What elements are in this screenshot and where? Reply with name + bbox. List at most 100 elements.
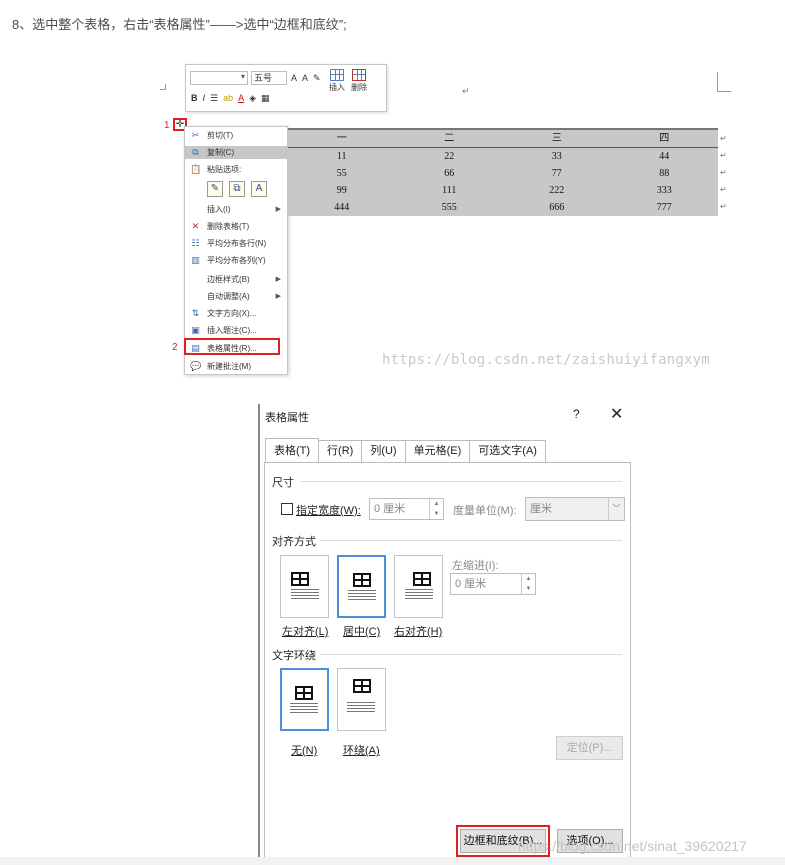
tab-alt-text[interactable]: 可选文字(A) — [469, 440, 546, 462]
tab-column[interactable]: 列(U) — [361, 440, 406, 462]
submenu-arrow-icon: ▶ — [275, 276, 281, 283]
text-lines-icon — [290, 703, 318, 715]
row-end-marks: ↵ ↵ ↵ ↵ ↵ — [720, 134, 727, 211]
help-button[interactable]: ? — [573, 407, 580, 421]
align-center-icon — [353, 573, 371, 587]
shrink-font-button[interactable]: A — [301, 71, 309, 85]
tab-row[interactable]: 行(R) — [318, 440, 363, 462]
insert-label: 插入 — [329, 83, 345, 92]
mini-toolbar-insert-delete: 插入 删除 — [329, 69, 367, 93]
table-cell: 222 — [549, 185, 565, 196]
submenu-arrow-icon: ▶ — [275, 293, 281, 300]
menu-item-insert[interactable]: 插入(I) ▶ — [185, 203, 287, 216]
insert-table-button[interactable]: 插入 — [329, 69, 345, 93]
word-table[interactable]: 一 二 三 四 11 22 33 44 55 66 77 88 99 111 222 333 444 55… — [288, 128, 718, 216]
highlight-icon[interactable]: ab — [222, 91, 234, 105]
menu-item-border-styles[interactable]: 边框样式(B) ▶ — [185, 273, 287, 286]
scissors-icon: ✂ — [191, 130, 200, 140]
table-cell: 444 — [334, 202, 350, 213]
align-center-option[interactable] — [337, 555, 386, 618]
font-size-combo[interactable]: 五号 — [251, 71, 287, 85]
table-row: 444 555 666 777 — [288, 199, 718, 216]
step-marker-2: 2 — [172, 342, 178, 353]
table-cell: 55 — [336, 168, 347, 179]
preferred-width-checkbox[interactable] — [281, 503, 293, 515]
table-cell: 44 — [659, 151, 670, 162]
close-button[interactable]: ✕ — [610, 404, 623, 424]
wrap-around-option[interactable] — [337, 668, 386, 731]
table-cell: 11 — [336, 151, 347, 162]
clipboard-icon: 📋 — [190, 164, 202, 174]
delete-table-button[interactable]: 删除 — [351, 69, 367, 93]
font-color-button[interactable]: A — [237, 91, 245, 105]
align-left-label: 左对齐(L) — [282, 626, 329, 638]
menu-item-label: 自动调整(A) — [207, 292, 250, 301]
menu-item-insert-caption[interactable]: ▣ 插入题注(C)... — [185, 324, 287, 337]
step-caption: 8、选中整个表格，右击“表格属性”——>选中“边框和底纹”; — [12, 17, 347, 32]
table-row: 一二三四 — [288, 130, 718, 147]
indent-input[interactable]: 0 厘米 ▲ ▼ — [450, 573, 536, 595]
borders-icon[interactable]: ▦ — [260, 91, 271, 105]
menu-item-distribute-rows[interactable]: ☷ 平均分布各行(N) — [185, 237, 287, 250]
paste-keep-format-icon[interactable]: ✎ — [207, 181, 223, 197]
step-marker-1: 1 — [164, 120, 170, 131]
menu-item-new-comment[interactable]: 💬 新建批注(M) — [185, 360, 287, 373]
wrapping-section-title: 文字环绕 — [272, 650, 316, 662]
paste-text-only-icon[interactable]: A — [251, 181, 267, 197]
dialog-tabs: 表格(T) 行(R) 列(U) 单元格(E) 可选文字(A) — [265, 438, 546, 462]
measure-in-label: 度量单位(M): — [453, 505, 517, 517]
tab-table[interactable]: 表格(T) — [265, 438, 320, 462]
menu-item-label: 插入(I) — [207, 205, 231, 214]
menu-item-text-direction[interactable]: ⇅ 文字方向(X)... — [185, 307, 287, 320]
wrap-none-label: 无(N) — [291, 745, 318, 757]
table-cell: 四 — [659, 133, 670, 144]
wrap-none-option[interactable] — [280, 668, 329, 731]
section-divider — [300, 481, 622, 482]
measure-in-select[interactable]: 厘米 ﹀ — [525, 497, 625, 521]
menu-item-copy[interactable]: ⧉ 复制(C) — [185, 146, 287, 159]
menu-item-distribute-columns[interactable]: ▥ 平均分布各列(Y) — [185, 254, 287, 267]
page-corner-mark — [160, 84, 166, 90]
table-cell: 66 — [444, 168, 455, 179]
grow-font-button[interactable]: A — [290, 71, 298, 85]
menu-item-delete-table[interactable]: ✕ 删除表格(T) — [185, 220, 287, 233]
measure-in-value: 厘米 — [530, 503, 552, 515]
menu-item-autofit[interactable]: 自动调整(A) ▶ — [185, 290, 287, 303]
page-bottom-strip — [0, 857, 785, 865]
menu-item-cut[interactable]: ✂ 剪切(T) — [185, 129, 287, 142]
bold-button[interactable]: B — [190, 91, 199, 105]
table-row: 11 22 33 44 — [288, 148, 718, 165]
spin-buttons[interactable]: ▲ ▼ — [521, 574, 535, 594]
align-left-option[interactable] — [280, 555, 329, 618]
mini-toolbar-row-1: 五号 A A ✎ — [190, 71, 322, 85]
align-right-icon — [413, 572, 431, 586]
font-name-combo[interactable] — [190, 71, 248, 85]
italic-button[interactable]: I — [202, 91, 207, 105]
format-painter-icon[interactable]: ✎ — [312, 71, 322, 85]
section-divider — [320, 654, 622, 655]
center-align-icon[interactable]: ☰ — [209, 91, 219, 105]
table-cell: 555 — [441, 202, 457, 213]
positioning-button[interactable]: 定位(P)... — [556, 736, 623, 760]
caption-icon: ▣ — [191, 325, 200, 335]
menu-item-label: 文字方向(X)... — [207, 309, 257, 318]
align-right-option[interactable] — [394, 555, 443, 618]
paste-merge-format-icon[interactable]: ⧉ — [229, 181, 245, 197]
text-lines-icon — [347, 702, 375, 714]
shading-icon[interactable]: ◈ — [248, 91, 257, 105]
table-cell: 99 — [336, 185, 347, 196]
wrap-none-icon — [295, 686, 313, 700]
table-row: 55 66 77 88 — [288, 165, 718, 182]
table-row: 99 111 222 333 — [288, 182, 718, 199]
word-context-menu-screenshot: ↵ 五号 A A ✎ B I ☰ ab A ◈ ▦ 插入 删除 — [160, 62, 740, 377]
preferred-width-input[interactable]: 0 厘米 ▲ ▼ — [369, 498, 444, 520]
table-cell: 666 — [549, 202, 565, 213]
text-direction-icon: ⇅ — [191, 308, 200, 318]
distribute-columns-icon: ▥ — [191, 255, 200, 265]
spin-buttons[interactable]: ▲ ▼ — [429, 499, 443, 519]
menu-item-label: 删除表格(T) — [207, 222, 250, 231]
table-cell: 二 — [444, 133, 455, 144]
align-right-label: 右对齐(H) — [394, 626, 443, 638]
tab-cell[interactable]: 单元格(E) — [404, 440, 471, 462]
table-cell: 三 — [551, 133, 562, 144]
